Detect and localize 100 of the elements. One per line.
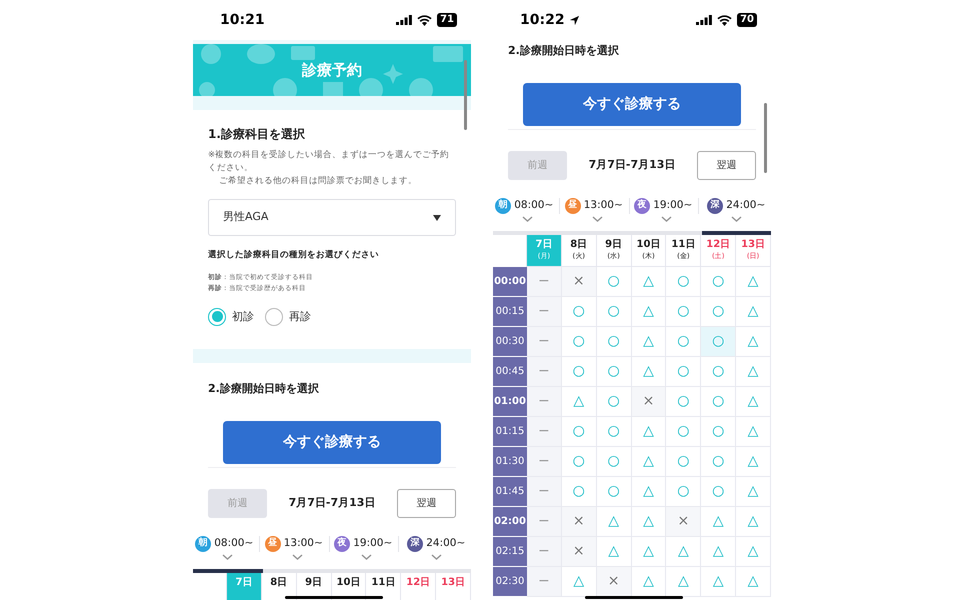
- slot-cell[interactable]: ○: [666, 417, 702, 447]
- slot-cell[interactable]: △: [736, 357, 771, 387]
- time-label: 00:00: [493, 267, 527, 297]
- slot-cell[interactable]: ○: [666, 447, 702, 477]
- week-range: 7月7日-7月13日: [288, 495, 376, 512]
- slot-cell[interactable]: ×: [632, 387, 666, 417]
- slot-cell[interactable]: −: [527, 297, 562, 327]
- slot-cell[interactable]: ○: [596, 297, 632, 327]
- slot-cell[interactable]: △: [632, 447, 666, 477]
- signal-icon: [396, 15, 412, 25]
- scrollbar[interactable]: [464, 60, 467, 130]
- chevron-down-icon: [292, 554, 303, 560]
- slot-cell[interactable]: ○: [701, 387, 736, 417]
- time-label: 01:15: [493, 417, 527, 447]
- slot-cell[interactable]: −: [527, 477, 562, 507]
- slot-cell[interactable]: ○: [562, 417, 597, 447]
- slot-cell[interactable]: △: [632, 267, 666, 297]
- slot-cell[interactable]: ×: [562, 267, 597, 297]
- slot-cell[interactable]: ○: [596, 387, 632, 417]
- slot-cell[interactable]: ×: [562, 537, 597, 567]
- slot-badge: 夜: [634, 198, 650, 214]
- consult-now-button[interactable]: 今すぐ診療する: [223, 421, 441, 464]
- slot-cell[interactable]: ○: [701, 327, 736, 357]
- radio-option[interactable]: 初診: [208, 308, 254, 326]
- slot-cell[interactable]: △: [632, 567, 666, 597]
- slot-cell[interactable]: ×: [666, 507, 702, 537]
- chevron-down-icon: [522, 216, 534, 222]
- consult-now-button[interactable]: 今すぐ診療する: [523, 83, 741, 126]
- slot-cell[interactable]: ○: [666, 297, 702, 327]
- time-label: 02:15: [493, 537, 527, 567]
- dropdown-arrow-icon: [433, 214, 441, 220]
- wifi-icon: [717, 14, 732, 26]
- slot-cell[interactable]: △: [736, 477, 771, 507]
- slot-cell[interactable]: ×: [562, 507, 597, 537]
- slot-cell[interactable]: ○: [666, 477, 702, 507]
- slot-cell[interactable]: ○: [562, 327, 597, 357]
- slot-cell[interactable]: ○: [596, 447, 632, 477]
- note-text: ご希望される他の科目は問診票でお聞きします。: [218, 175, 418, 188]
- slot-cell[interactable]: △: [632, 507, 666, 537]
- next-week-button[interactable]: 翌週: [697, 151, 756, 180]
- slot-cell[interactable]: ○: [562, 447, 597, 477]
- slot-cell[interactable]: ○: [701, 357, 736, 387]
- slot-cell[interactable]: ○: [701, 297, 736, 327]
- slot-cell[interactable]: △: [632, 417, 666, 447]
- dropdown-field[interactable]: 男性AGA: [208, 199, 456, 236]
- slot-cell[interactable]: △: [736, 567, 771, 597]
- slot-cell[interactable]: −: [527, 327, 562, 357]
- slot-cell[interactable]: △: [736, 507, 771, 537]
- slot-cell[interactable]: △: [701, 567, 736, 597]
- slot-cell[interactable]: ○: [701, 447, 736, 477]
- slot-cell[interactable]: △: [562, 387, 597, 417]
- slot-cell[interactable]: ○: [701, 267, 736, 297]
- slot-cell[interactable]: △: [632, 357, 666, 387]
- slot-cell[interactable]: ○: [666, 327, 702, 357]
- slot-cell[interactable]: △: [632, 537, 666, 567]
- slot-cell[interactable]: ○: [562, 297, 597, 327]
- slot-cell[interactable]: −: [527, 537, 562, 567]
- slot-cell[interactable]: △: [596, 507, 632, 537]
- radio-option[interactable]: 再診: [265, 308, 311, 326]
- slot-cell[interactable]: ○: [596, 417, 632, 447]
- slot-cell[interactable]: △: [632, 327, 666, 357]
- slot-cell[interactable]: △: [701, 537, 736, 567]
- slot-cell[interactable]: △: [632, 477, 666, 507]
- slot-cell[interactable]: △: [596, 537, 632, 567]
- slot-cell[interactable]: △: [736, 537, 771, 567]
- slot-badge: 夜: [334, 536, 350, 552]
- slot-cell[interactable]: △: [632, 297, 666, 327]
- slot-cell[interactable]: △: [736, 297, 771, 327]
- slot-cell[interactable]: △: [736, 447, 771, 477]
- slot-cell[interactable]: ○: [562, 357, 597, 387]
- slot-cell[interactable]: −: [527, 567, 562, 597]
- slot-cell[interactable]: △: [736, 417, 771, 447]
- slot-cell[interactable]: ○: [596, 477, 632, 507]
- slot-cell[interactable]: ○: [596, 327, 632, 357]
- day-header[interactable]: 7日: [227, 573, 262, 600]
- slot-cell[interactable]: −: [527, 447, 562, 477]
- slot-cell[interactable]: △: [736, 267, 771, 297]
- slot-cell[interactable]: −: [527, 267, 562, 297]
- slot-cell[interactable]: △: [701, 507, 736, 537]
- status-time: 10:21: [220, 10, 265, 30]
- slot-cell[interactable]: △: [666, 537, 702, 567]
- slot-cell[interactable]: ○: [596, 357, 632, 387]
- slot-cell[interactable]: ○: [666, 267, 702, 297]
- slot-cell[interactable]: −: [527, 507, 562, 537]
- slot-cell[interactable]: ○: [701, 477, 736, 507]
- slot-cell[interactable]: ○: [666, 387, 702, 417]
- slot-cell[interactable]: △: [562, 567, 597, 597]
- slot-cell[interactable]: △: [736, 327, 771, 357]
- scrollbar[interactable]: [764, 103, 767, 173]
- slot-cell[interactable]: △: [736, 387, 771, 417]
- next-week-button[interactable]: 翌週: [397, 489, 456, 518]
- slot-cell[interactable]: ○: [596, 267, 632, 297]
- slot-cell[interactable]: −: [527, 417, 562, 447]
- slot-cell[interactable]: ○: [562, 477, 597, 507]
- slot-cell[interactable]: ○: [701, 417, 736, 447]
- slot-cell[interactable]: −: [527, 357, 562, 387]
- slot-cell[interactable]: −: [527, 387, 562, 417]
- slot-cell[interactable]: ×: [596, 567, 632, 597]
- slot-cell[interactable]: ○: [666, 357, 702, 387]
- subheading: 選択した診療科目の種別をお選びください: [208, 249, 380, 262]
